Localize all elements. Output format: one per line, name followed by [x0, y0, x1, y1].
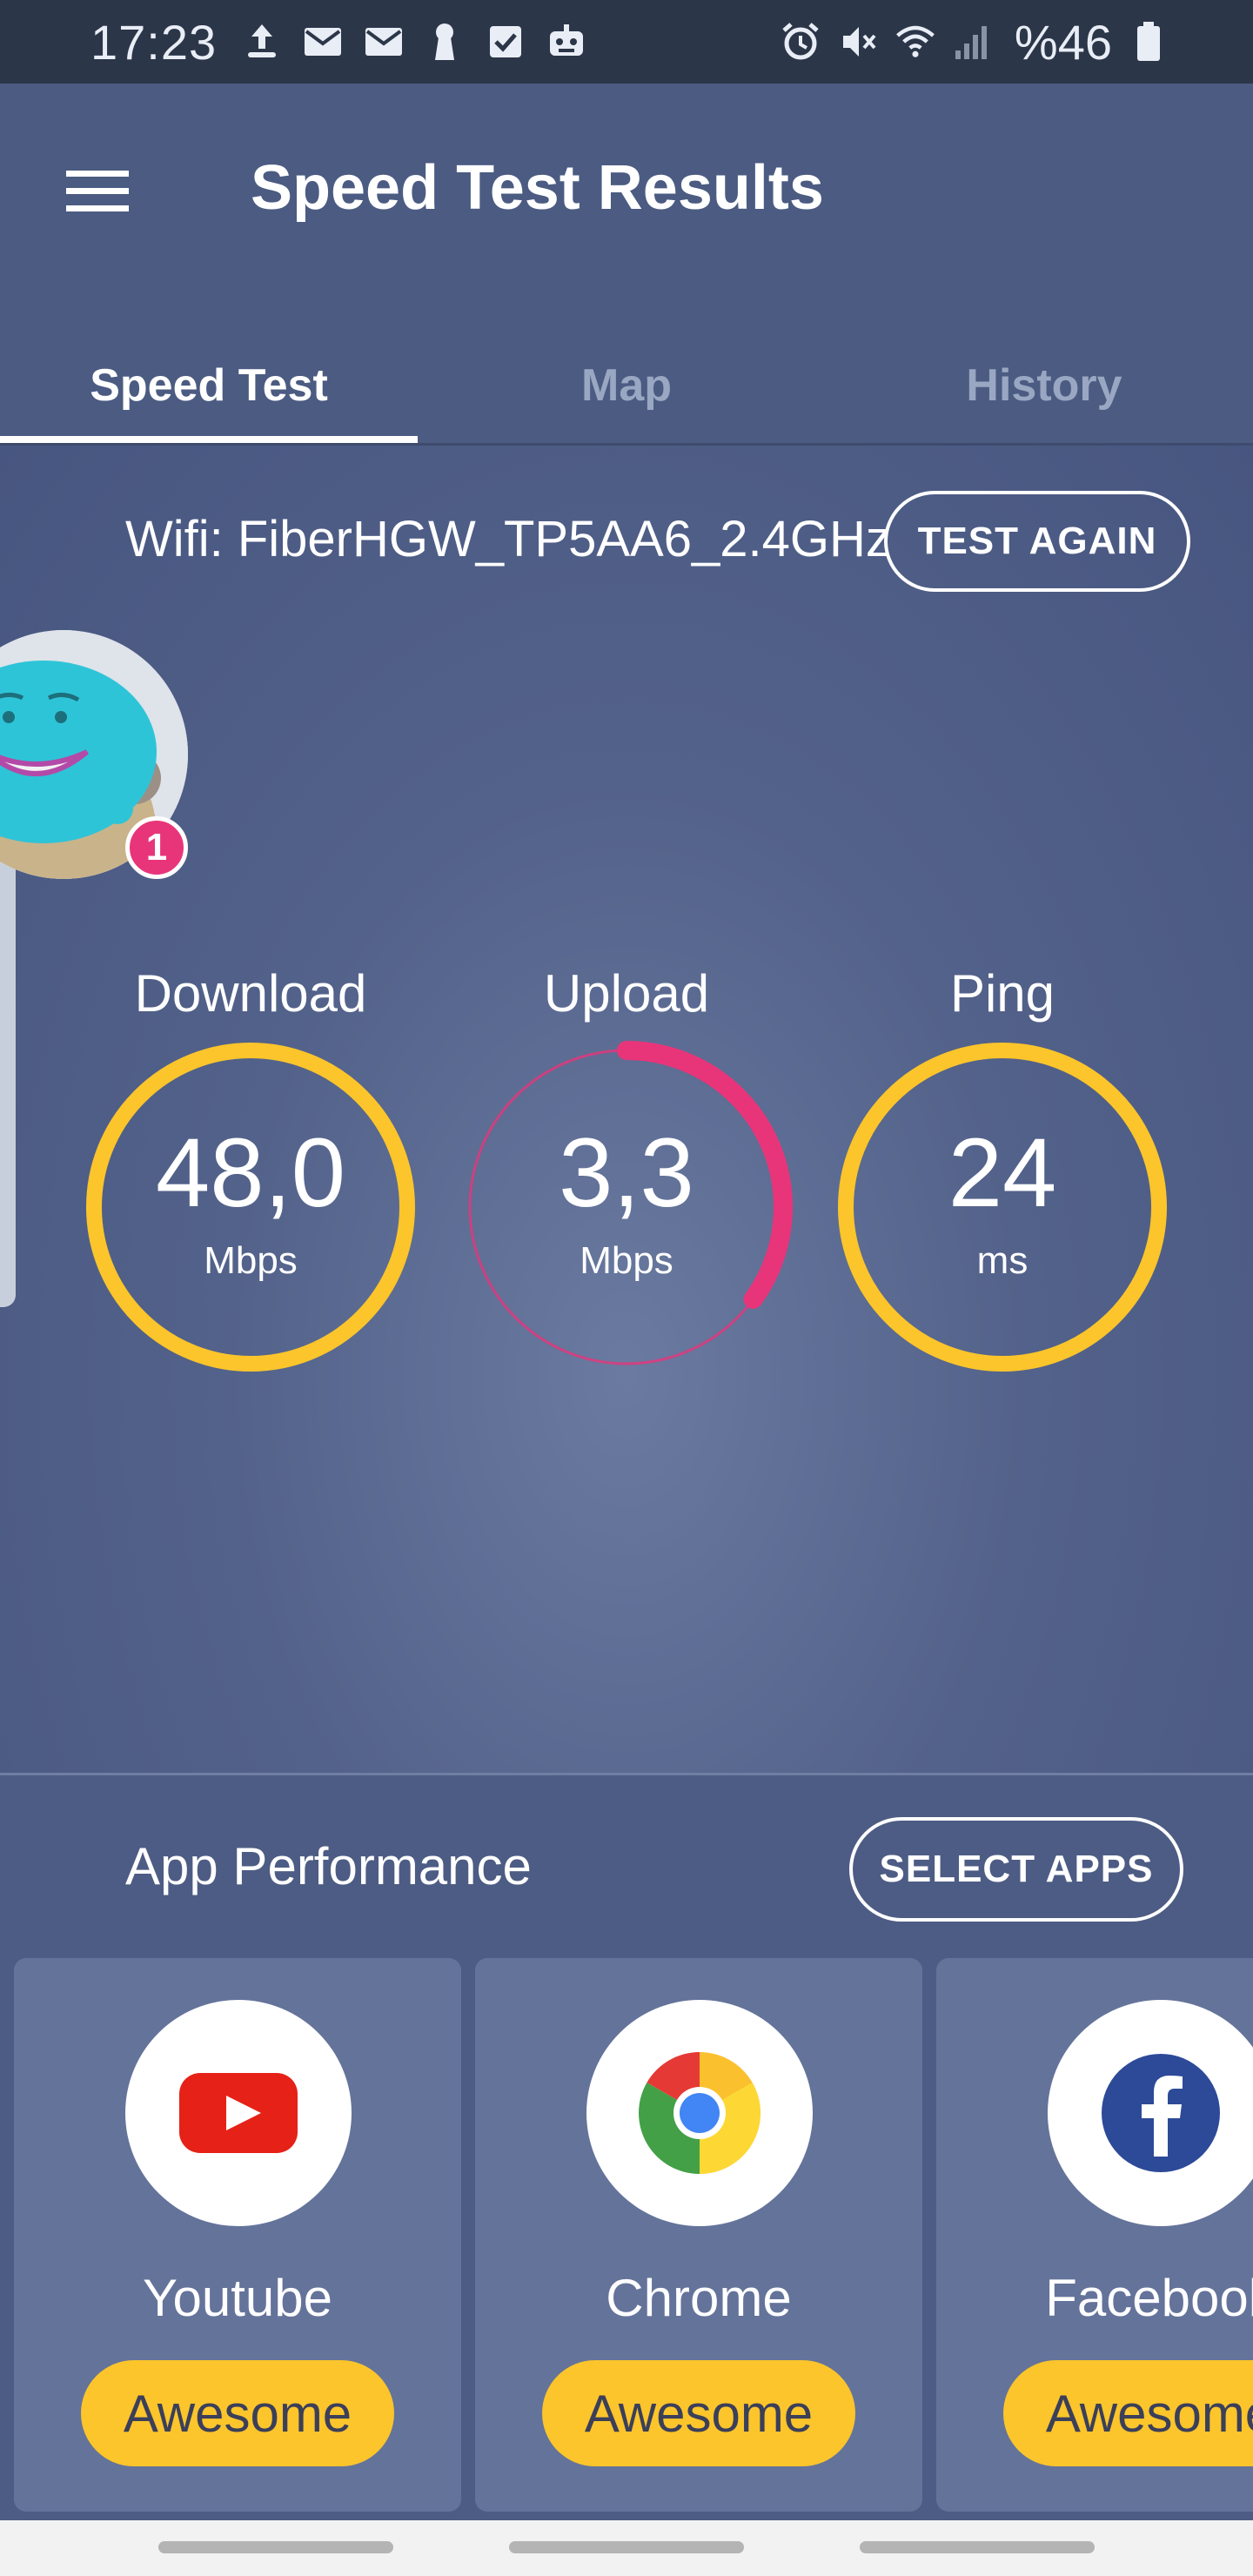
status-time: 17:23	[90, 14, 218, 70]
app-card-facebook[interactable]: Facebook Awesome	[936, 1958, 1253, 2512]
status-bar: 17:23 %46	[0, 0, 1253, 84]
speed-results-panel: Wifi: FiberHGW_TP5AA6_2.4GHz TEST AGAIN …	[0, 446, 1253, 1775]
app-name: Chrome	[606, 2269, 792, 2327]
tab-speed-test[interactable]: Speed Test	[0, 327, 418, 443]
select-apps-button[interactable]: SELECT APPS	[849, 1817, 1183, 1922]
download-title: Download	[134, 964, 367, 1023]
mail-icon	[363, 21, 405, 63]
upload-value: 3,3	[559, 1118, 694, 1227]
mute-icon	[837, 21, 879, 63]
notification-badge: 1	[125, 816, 188, 879]
app-rating-badge: Awesome	[542, 2360, 855, 2466]
download-unit: Mbps	[204, 1239, 298, 1282]
youtube-icon	[125, 2000, 352, 2226]
battery-percent: %46	[1014, 14, 1112, 70]
download-gauge: 48,0 Mbps	[81, 1037, 420, 1377]
ping-gauge: 24 ms	[833, 1037, 1172, 1377]
app-bar: Speed Test Results Speed Test Map Histor…	[0, 84, 1253, 446]
nav-home-button[interactable]	[509, 2541, 744, 2553]
ping-metric: Ping 24 ms	[828, 959, 1176, 1377]
system-icons: %46	[780, 14, 1169, 70]
app-cards-carousel[interactable]: Youtube Awesome Chrome Awesome Facebook …	[14, 1958, 1253, 2546]
app-name: Facebook	[1045, 2269, 1253, 2327]
upload-icon	[241, 21, 283, 63]
download-value: 48,0	[156, 1118, 345, 1227]
nav-back-button[interactable]	[860, 2541, 1095, 2553]
ping-unit: ms	[976, 1239, 1029, 1282]
keyhole-icon	[424, 21, 466, 63]
app-rating-badge: Awesome	[1003, 2360, 1253, 2466]
alarm-icon	[780, 21, 821, 63]
tab-history[interactable]: History	[835, 327, 1253, 443]
upload-gauge: 3,3 Mbps	[457, 1037, 796, 1377]
app-card-chrome[interactable]: Chrome Awesome	[475, 1958, 922, 2512]
upload-title: Upload	[543, 964, 710, 1023]
app-card-youtube[interactable]: Youtube Awesome	[14, 1958, 461, 2512]
nav-recents-button[interactable]	[158, 2541, 393, 2553]
side-drawer-handle[interactable]	[0, 820, 16, 1307]
test-again-button[interactable]: TEST AGAIN	[884, 491, 1190, 592]
app-performance-section: App Performance SELECT APPS Youtube Awes…	[0, 1775, 1253, 2541]
wifi-icon	[895, 21, 936, 63]
tab-map[interactable]: Map	[418, 327, 835, 443]
notification-icons	[241, 21, 587, 63]
tab-bar: Speed Test Map History	[0, 327, 1253, 446]
ping-title: Ping	[949, 964, 1055, 1023]
page-title: Speed Test Results	[251, 153, 824, 223]
app-rating-badge: Awesome	[81, 2360, 394, 2466]
app-name: Youtube	[142, 2269, 333, 2327]
mail-icon	[302, 21, 344, 63]
battery-icon	[1128, 21, 1169, 63]
facebook-icon	[1048, 2000, 1253, 2226]
signal-icon	[952, 21, 994, 63]
upload-metric: Upload 3,3 Mbps	[452, 959, 801, 1377]
hamburger-menu-icon[interactable]	[56, 150, 139, 233]
download-metric: Download 48,0 Mbps	[77, 959, 425, 1377]
upload-unit: Mbps	[580, 1239, 673, 1282]
ping-value: 24	[948, 1118, 1057, 1227]
chrome-icon	[586, 2000, 813, 2226]
robot-icon	[546, 21, 587, 63]
checkbox-icon	[485, 21, 526, 63]
connection-label: Wifi: FiberHGW_TP5AA6_2.4GHz	[125, 511, 891, 567]
system-nav-bar	[0, 2520, 1253, 2576]
app-performance-title: App Performance	[125, 1837, 532, 1895]
